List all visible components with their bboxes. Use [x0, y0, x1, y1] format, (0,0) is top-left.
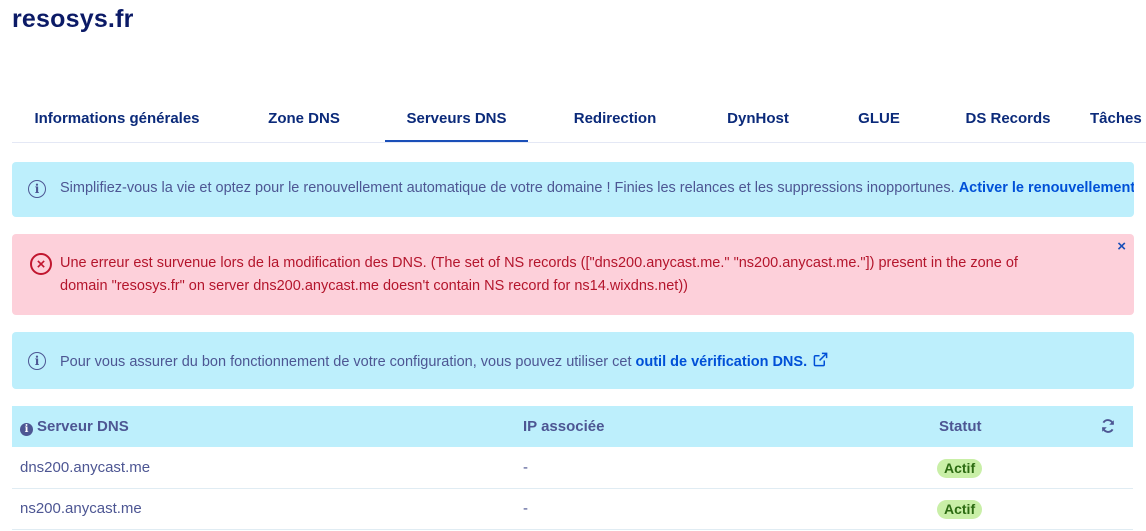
activate-renewal-link[interactable]: Activer le renouvellement automatique	[959, 180, 1134, 196]
error-icon: ×	[30, 253, 52, 275]
error-line-1: Une erreur est survenue lors de la modif…	[60, 255, 1018, 271]
close-icon[interactable]: ×	[1117, 238, 1126, 255]
table-row: dns200.anycast.me - Actif	[12, 448, 1133, 489]
status-badge: Actif	[937, 500, 983, 519]
info-icon: i	[28, 352, 46, 370]
refresh-icon[interactable]	[1100, 418, 1116, 434]
tab-tasks[interactable]: Tâches	[1090, 98, 1146, 140]
header-dns-server: i Serveur DNS	[20, 406, 129, 447]
dns-check-message: Pour vous assurer du bon fonctionnement …	[60, 354, 632, 370]
error-line-2: domain "resosys.fr" on server dns200.any…	[60, 278, 688, 294]
tab-redirection[interactable]: Redirection	[545, 98, 685, 140]
renewal-info-banner: i Simplifiez-vous la vie et optez pour l…	[12, 162, 1134, 217]
page-title: resosys.fr	[12, 5, 134, 33]
info-icon: i	[28, 180, 46, 198]
info-icon: i	[20, 423, 33, 436]
dns-server-cell: ns200.anycast.me	[20, 500, 142, 517]
dns-check-tool-link[interactable]: outil de vérification DNS.	[636, 354, 808, 370]
status-badge: Actif	[937, 459, 983, 478]
renewal-message: Simplifiez-vous la vie et optez pour le …	[60, 180, 955, 196]
dns-server-cell: dns200.anycast.me	[20, 459, 151, 476]
ip-cell: -	[523, 500, 528, 517]
tab-dynhost[interactable]: DynHost	[698, 98, 818, 140]
tab-bar: Informations générales Zone DNS Serveurs…	[12, 98, 1146, 143]
tab-dns-servers[interactable]: Serveurs DNS	[385, 98, 528, 142]
renewal-info-text: Simplifiez-vous la vie et optez pour le …	[60, 180, 1134, 196]
dns-check-text: Pour vous assurer du bon fonctionnement …	[60, 352, 828, 370]
tab-glue[interactable]: GLUE	[834, 98, 924, 140]
external-link-icon[interactable]	[813, 352, 828, 367]
header-ip: IP associée	[523, 418, 605, 435]
tab-ds-records[interactable]: DS Records	[942, 98, 1074, 140]
ip-cell: -	[523, 459, 528, 476]
table-row: ns200.anycast.me - Actif	[12, 489, 1133, 530]
header-status: Statut	[939, 418, 982, 435]
error-banner: × Une erreur est survenue lors de la mod…	[12, 234, 1134, 315]
tab-dns-zone[interactable]: Zone DNS	[234, 98, 374, 140]
dns-check-banner: i Pour vous assurer du bon fonctionnemen…	[12, 332, 1134, 389]
tab-general-info[interactable]: Informations générales	[12, 98, 222, 140]
dns-servers-table-header: i Serveur DNS IP associée Statut	[12, 406, 1133, 447]
